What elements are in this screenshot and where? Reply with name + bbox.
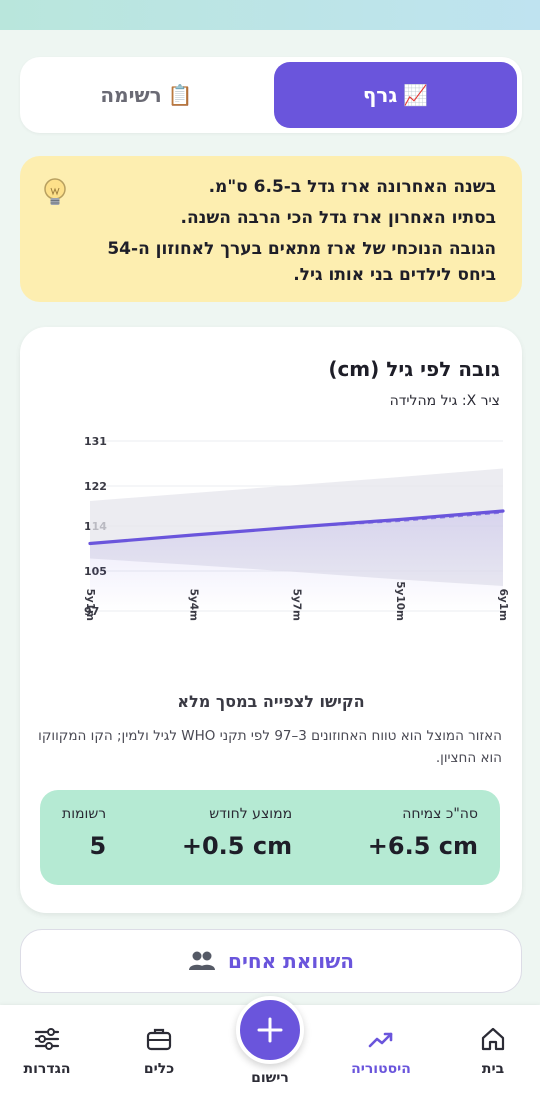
chart-note: האזור המוצל הוא טווח האחוזונים 3–97 לפי … [38,728,502,766]
compare-siblings-button[interactable]: השוואת אחים [20,929,522,993]
nav-label: בית [481,1061,505,1077]
chart-title: גובה לפי גיל (cm) [328,357,500,381]
y-tick-label: 131 [84,435,107,448]
nav-item-settings[interactable]: הגדרות [2,1025,92,1077]
stat-value: 5 [89,832,107,860]
height-chart-card[interactable]: גובה לפי גיל (cm) ציר X: גיל מהלידה 9710… [20,327,522,913]
insight-line-3: הגובה הנוכחי של ארז מתאים בערך לאחוזון ה… [107,239,496,285]
home-icon [481,1027,505,1051]
nav-item-tools[interactable]: כלים [114,1025,204,1077]
insight-line-2: בסתיו האחרון ארז גדל הכי הרבה השנה. [180,208,496,228]
x-tick-label: 5y1m [84,589,96,621]
plus-icon [257,1017,283,1043]
chart-subtitle: ציר X: גיל מהלידה [389,393,500,409]
briefcase-icon [146,1028,172,1051]
nav-label: הגדרות [23,1061,71,1077]
tab-graph-label: גרף [362,83,398,107]
trend-icon [368,1032,393,1048]
view-tabs: 📈 גרף 📋 רשימה [20,57,522,133]
x-tick-label: 5y10m [394,581,406,621]
insight-card: בשנה האחרונה ארז גדל ב-6.5 ס"מ. בסתיו הא… [20,156,522,302]
tab-list[interactable]: 📋 רשימה [25,62,268,128]
clipboard-icon: 📋 [167,83,193,107]
stats-panel: סה"כ צמיחה +6.5 cm ממוצע לחודש +0.5 cm ר… [40,790,500,885]
sliders-icon [34,1028,60,1050]
insight-line-1: בשנה האחרונה ארז גדל ב-6.5 ס"מ. [208,177,496,197]
x-tick-label: 5y4m [187,589,199,621]
status-bar-area [0,0,540,30]
height-chart[interactable]: 971051141221315y1m5y4m5y7m5y10m6y1m [40,427,510,662]
stat-label: ממוצע לחודש [209,806,293,822]
add-entry-label: רישום [251,1070,289,1086]
chart-up-icon: 📈 [403,83,429,107]
add-entry-button[interactable] [236,996,304,1064]
tab-graph[interactable]: 📈 גרף [274,62,517,128]
x-tick-label: 5y7m [291,589,303,621]
stat-label: רשומות [62,806,107,822]
stat-value: +6.5 cm [367,832,478,860]
stat-label: סה"כ צמיחה [402,806,478,822]
nav-label: היסטוריה [351,1061,411,1077]
fullscreen-hint: הקישו לצפייה במסך מלא [177,692,365,711]
stat-records: רשומות 5 [62,806,106,885]
tab-list-label: רשימה [100,83,162,107]
stat-monthly-average: ממוצע לחודש +0.5 cm [182,806,292,885]
nav-label: כלים [143,1061,175,1077]
nav-item-home[interactable]: בית [448,1025,538,1077]
compare-siblings-label: השוואת אחים [228,949,354,973]
people-icon [189,951,216,970]
nav-item-history[interactable]: היסטוריה [336,1025,426,1077]
y-tick-label: 122 [84,480,107,493]
stat-total-growth: סה"כ צמיחה +6.5 cm [368,806,478,885]
stat-value: +0.5 cm [181,832,293,860]
x-tick-label: 6y1m [497,589,509,621]
lightbulb-icon [44,178,66,205]
